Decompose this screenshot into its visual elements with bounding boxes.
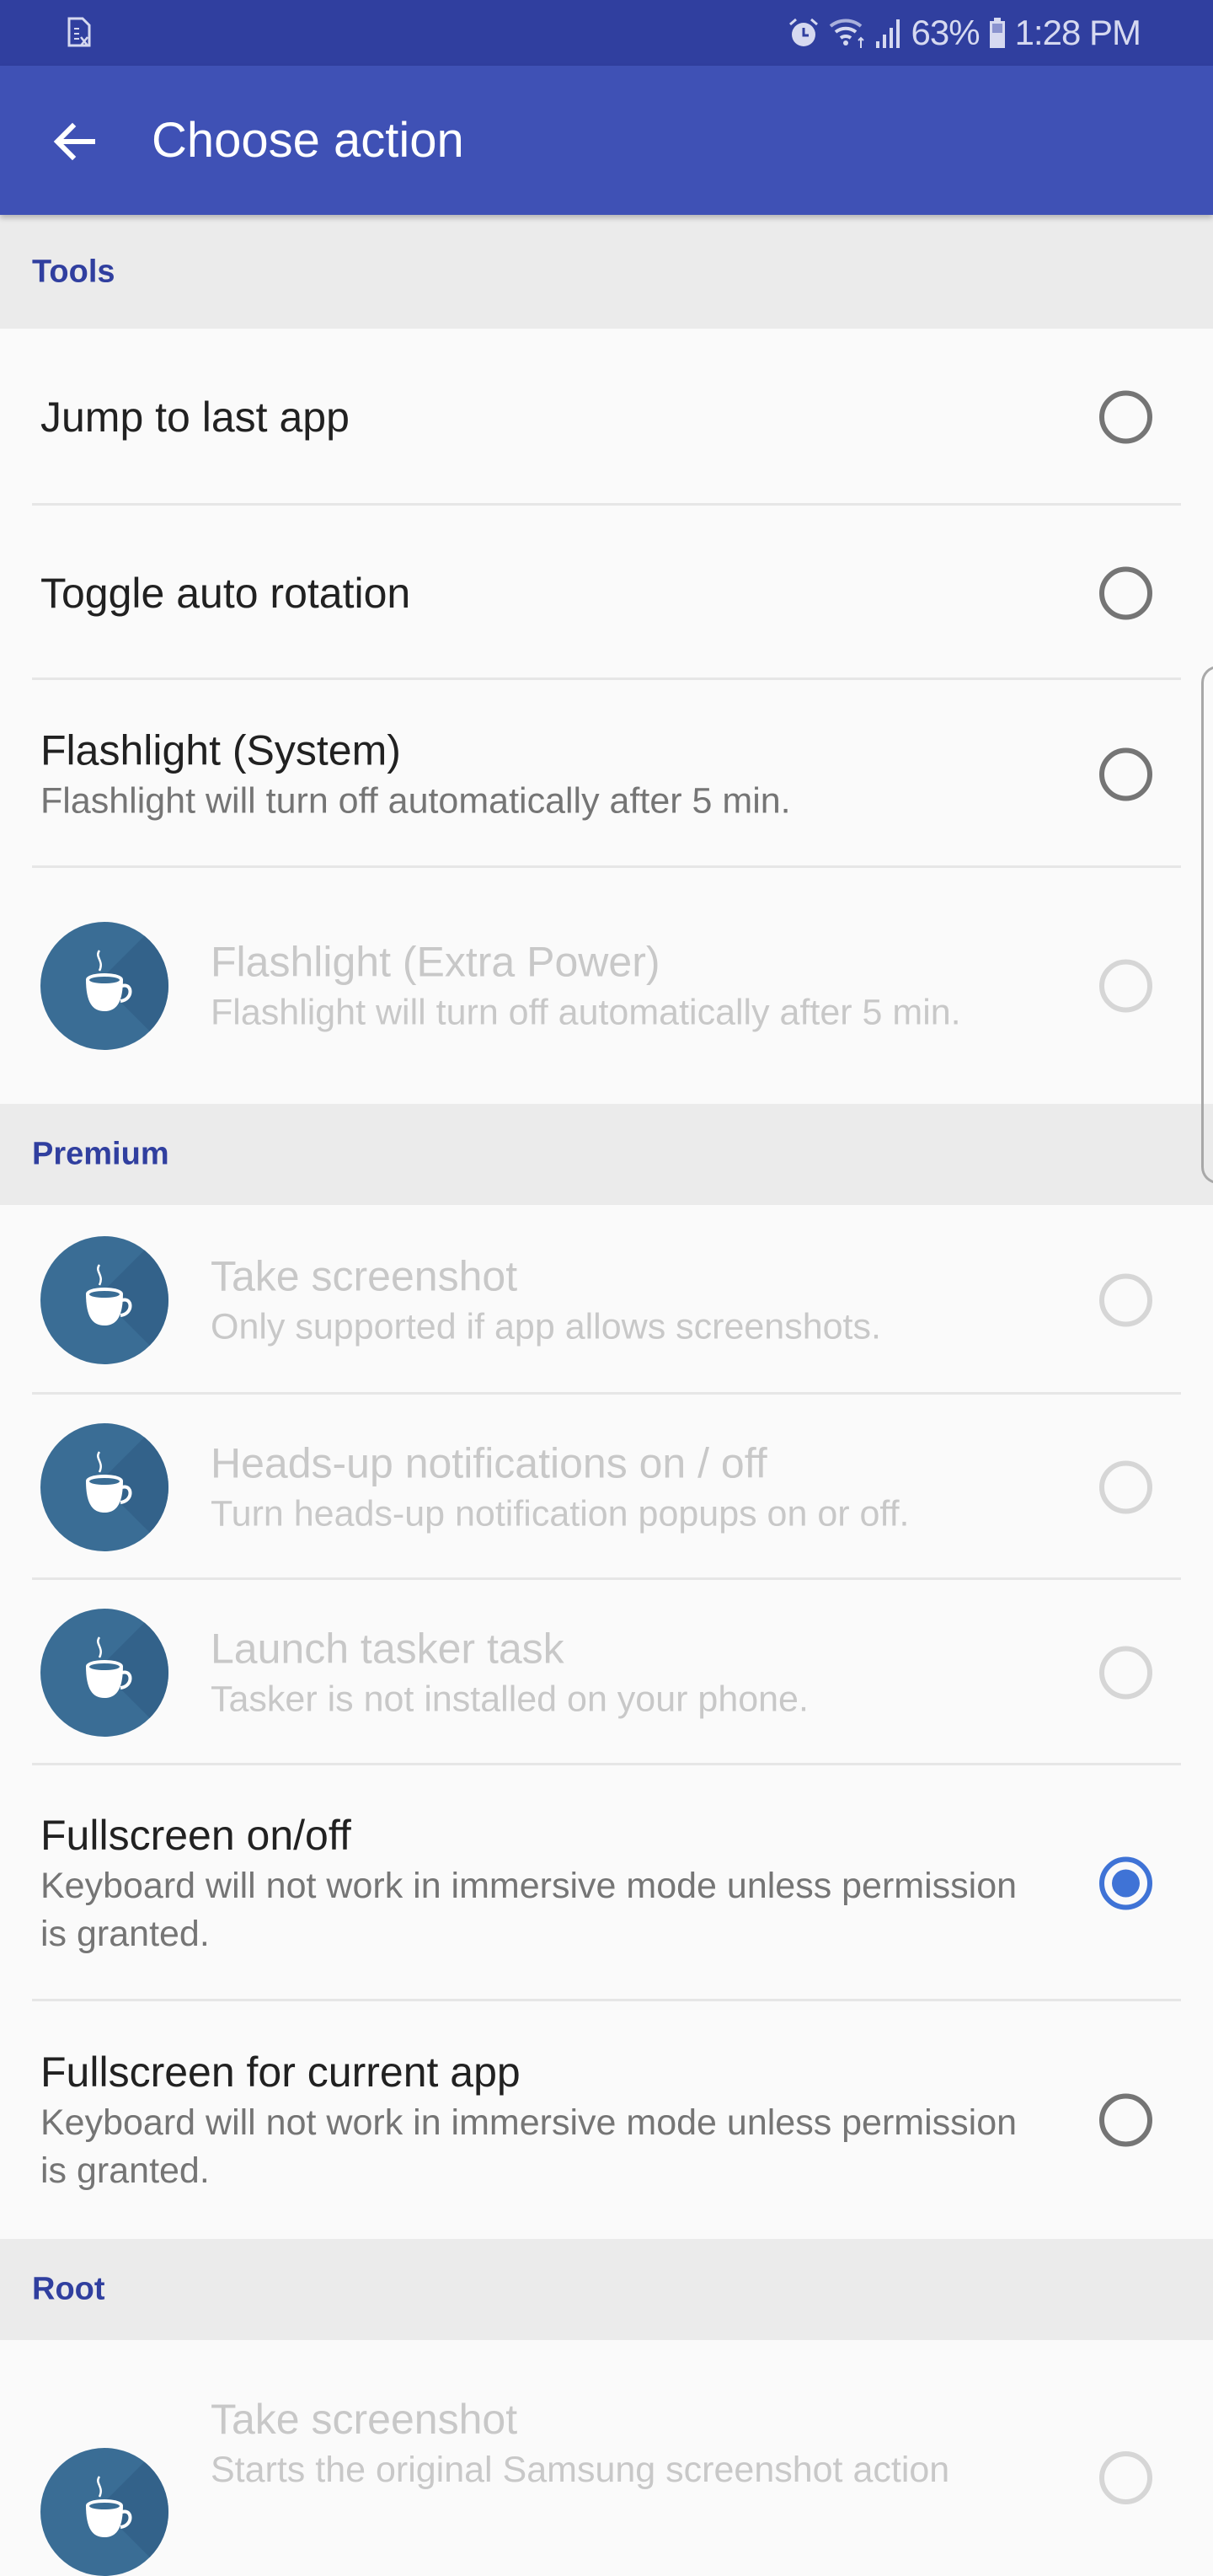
radio-button[interactable]	[1099, 390, 1152, 444]
coffee-cup-icon	[86, 950, 132, 1011]
item-subtitle: Only supported if app allows screenshots…	[211, 1306, 881, 1347]
list-item-launch-tasker-task[interactable]: Launch tasker task Tasker is not install…	[0, 1580, 1213, 1765]
premium-badge	[40, 1609, 168, 1737]
item-subtitle: Flashlight will turn off automatically a…	[211, 992, 961, 1033]
back-button[interactable]	[44, 111, 104, 172]
radio-button[interactable]	[1099, 2451, 1152, 2504]
radio-button[interactable]	[1099, 566, 1152, 619]
app-bar: Choose action	[0, 66, 1213, 215]
radio-button[interactable]	[1099, 1646, 1152, 1700]
item-title: Fullscreen on/off	[40, 1812, 351, 1859]
radio-button-selected[interactable]	[1099, 1856, 1152, 1910]
item-title: Flashlight (Extra Power)	[211, 938, 660, 986]
premium-badge	[40, 1235, 168, 1364]
item-title: Toggle auto rotation	[40, 569, 411, 617]
edge-panel-handle[interactable]	[1201, 666, 1213, 1184]
item-title: Launch tasker task	[211, 1625, 564, 1673]
item-subtitle: Keyboard will not work in immersive mode…	[40, 1866, 1018, 1954]
section-title: Root	[32, 2271, 105, 2307]
item-title: Jump to last app	[40, 394, 350, 441]
radio-button[interactable]	[1099, 1273, 1152, 1326]
item-title: Take screenshot	[211, 2396, 518, 2443]
item-subtitle: Keyboard will not work in immersive mode…	[40, 2102, 1018, 2191]
radio-button[interactable]	[1099, 1460, 1152, 1514]
battery-percent: 63%	[911, 13, 981, 52]
item-title: Fullscreen for current app	[40, 2048, 521, 2096]
wifi-icon	[829, 19, 864, 48]
action-list: Tools Jump to last app Toggle auto rotat…	[0, 215, 1213, 2576]
sim-card-error-icon	[67, 17, 91, 47]
premium-badge	[40, 2448, 168, 2576]
section-header-premium: Premium	[0, 1104, 1213, 1205]
list-item-fullscreen-on-off[interactable]: Fullscreen on/off Keyboard will not work…	[0, 1765, 1213, 2001]
arrow-back-icon	[53, 122, 95, 161]
section-title: Tools	[32, 254, 115, 289]
signal-icon	[875, 19, 900, 48]
list-item-flashlight-extra-power[interactable]: Flashlight (Extra Power) Flashlight will…	[0, 868, 1213, 1104]
coffee-cup-icon	[86, 1263, 132, 1325]
item-subtitle: Flashlight will turn off automatically a…	[40, 780, 791, 821]
radio-button[interactable]	[1099, 2093, 1152, 2147]
coffee-cup-icon	[86, 2476, 132, 2537]
item-subtitle: Starts the original Samsung screenshot a…	[211, 2450, 950, 2490]
premium-badge	[40, 1423, 168, 1551]
radio-button[interactable]	[1099, 959, 1152, 1013]
list-item-root-take-screenshot[interactable]: Take screenshot Starts the original Sams…	[0, 2340, 1213, 2576]
alarm-icon	[788, 18, 818, 46]
premium-badge	[40, 922, 168, 1050]
list-item-fullscreen-current-app[interactable]: Fullscreen for current app Keyboard will…	[0, 2001, 1213, 2239]
item-subtitle: Turn heads-up notification popups on or …	[211, 1493, 910, 1534]
clock: 1:28 PM	[1014, 13, 1141, 52]
list-item-flashlight-system[interactable]: Flashlight (System) Flashlight will turn…	[0, 680, 1213, 868]
list-item-toggle-auto-rotation[interactable]: Toggle auto rotation	[0, 506, 1213, 680]
item-title: Take screenshot	[211, 1252, 518, 1299]
item-title: Heads-up notifications on / off	[211, 1439, 767, 1487]
section-title: Premium	[32, 1136, 169, 1172]
item-title: Flashlight (System)	[40, 726, 401, 774]
list-item-take-screenshot[interactable]: Take screenshot Only supported if app al…	[0, 1205, 1213, 1395]
list-item-heads-up-notifications[interactable]: Heads-up notifications on / off Turn hea…	[0, 1395, 1213, 1580]
section-header-root: Root	[0, 2239, 1213, 2340]
battery-icon	[989, 18, 1005, 48]
page-title: Choose action	[152, 113, 464, 168]
section-header-tools: Tools	[0, 215, 1213, 329]
coffee-cup-icon	[86, 1451, 132, 1513]
radio-button[interactable]	[1099, 747, 1152, 801]
list-item-jump-to-last-app[interactable]: Jump to last app	[0, 329, 1213, 506]
status-bar: 63% 1:28 PM	[0, 0, 1213, 66]
coffee-cup-icon	[86, 1636, 132, 1698]
item-subtitle: Tasker is not installed on your phone.	[211, 1679, 809, 1720]
